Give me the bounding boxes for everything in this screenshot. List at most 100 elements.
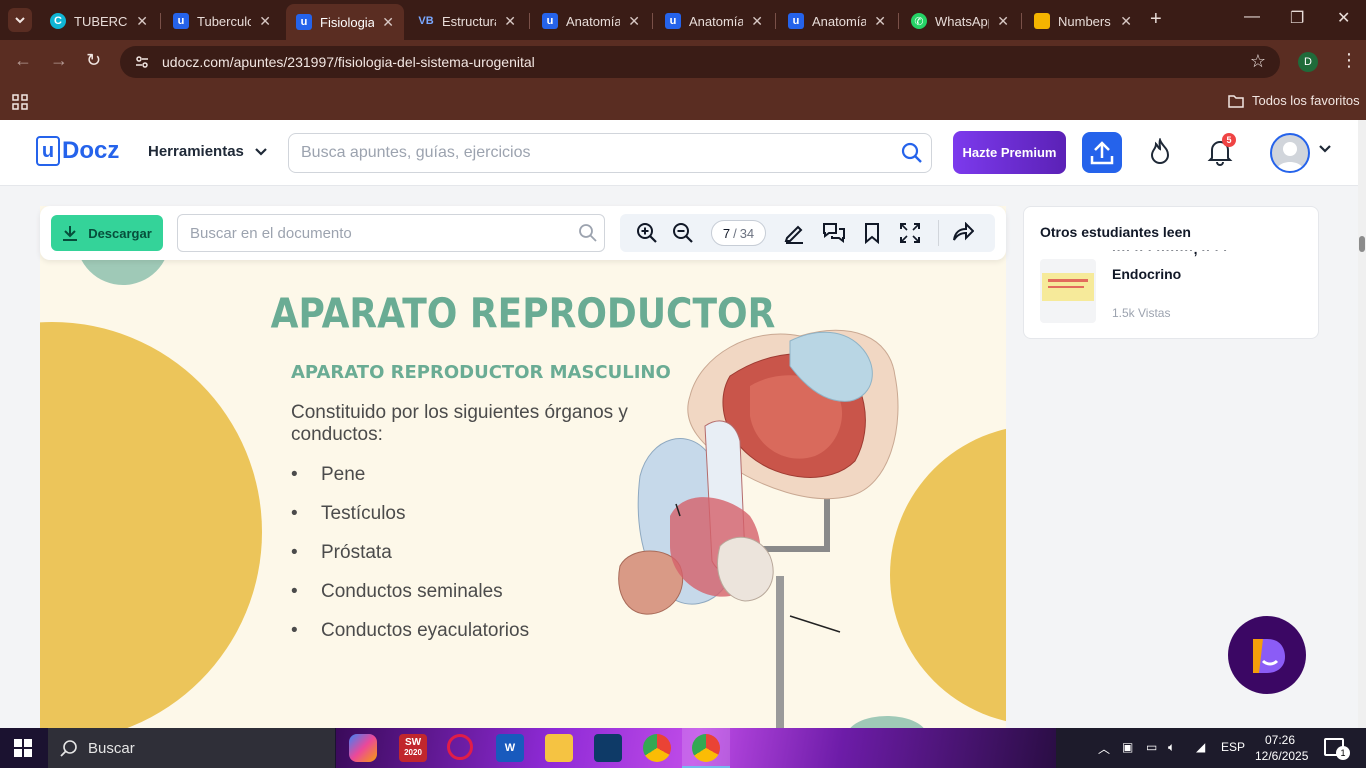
user-avatar[interactable] [1270, 133, 1310, 173]
minimize-icon[interactable]: — [1244, 8, 1260, 26]
document-thumbnail[interactable] [1040, 259, 1096, 323]
fullscreen-icon[interactable] [899, 222, 921, 244]
related-title: Otros estudiantes leen [1040, 224, 1191, 240]
notification-center-count: 1 [1336, 746, 1350, 760]
volume-icon[interactable]: 🔈︎ [1168, 740, 1175, 755]
close-tab-icon[interactable]: ✕ [382, 14, 394, 31]
site-search-placeholder: Busca apuntes, guías, ejercicios [301, 144, 531, 161]
tab-search-button[interactable] [8, 8, 32, 32]
all-bookmarks-button[interactable]: Todos los favoritos [1228, 93, 1360, 108]
back-icon[interactable]: ← [14, 50, 32, 71]
chrome-profile-icon[interactable] [692, 734, 720, 762]
close-tab-icon[interactable]: ✕ [1120, 13, 1132, 30]
site-settings-icon[interactable] [134, 54, 150, 70]
apps-grid-icon[interactable] [12, 94, 28, 110]
tab-anatomia-2[interactable]: u Anatomía ✕ [655, 6, 773, 36]
url-bar[interactable]: udocz.com/apuntes/231997/fisiologia-del-… [120, 46, 1280, 78]
tab-fisiologia[interactable]: u Fisiologia ✕ [286, 4, 404, 40]
premium-button[interactable]: Hazte Premium [953, 131, 1066, 174]
meet-now-icon[interactable]: ▣ [1122, 740, 1133, 754]
download-icon [63, 226, 78, 241]
close-tab-icon[interactable]: ✕ [504, 13, 516, 30]
tab-tuberculosis-udocz[interactable]: u Tuberculo ✕ [163, 6, 281, 36]
close-tab-icon[interactable]: ✕ [259, 13, 271, 30]
related-document-title[interactable]: Endocrino [1112, 266, 1181, 282]
restore-icon[interactable]: ❐ [1290, 8, 1304, 28]
bookmark-star-icon[interactable]: ☆ [1250, 51, 1266, 72]
close-tab-icon[interactable]: ✕ [997, 13, 1009, 30]
highlight-pen-icon[interactable] [783, 222, 805, 244]
close-tab-icon[interactable]: ✕ [751, 13, 763, 30]
browser-tab-bar: C TUBERCU ✕ u Tuberculo ✕ u Fisiologia ✕… [0, 0, 1366, 40]
udocz-icon: u [788, 13, 804, 29]
bookmark-icon[interactable] [862, 222, 882, 244]
tab-estructura[interactable]: VB Estructura ✕ [408, 6, 526, 36]
tab-title: Fisiologia [320, 14, 375, 30]
word-icon[interactable]: W [496, 734, 524, 762]
tab-tuberculosis-canva[interactable]: C TUBERCU ✕ [40, 6, 158, 36]
windows-start-icon[interactable] [14, 739, 32, 757]
list-item: • Pene [291, 464, 529, 503]
tools-menu[interactable]: Herramientas [148, 143, 268, 160]
tab-anatomia-1[interactable]: u Anatomía ✕ [532, 6, 650, 36]
search-icon[interactable] [578, 223, 598, 243]
tab-anatomia-3[interactable]: u Anatomía ✕ [778, 6, 896, 36]
close-tab-icon[interactable]: ✕ [874, 13, 886, 30]
udocz-icon: u [173, 13, 189, 29]
file-explorer-icon[interactable] [545, 734, 573, 762]
upload-button[interactable] [1082, 132, 1122, 173]
language-indicator[interactable]: ESP [1221, 740, 1245, 754]
url-text: udocz.com/apuntes/231997/fisiologia-del-… [162, 54, 535, 70]
profile-avatar[interactable]: D [1298, 52, 1318, 72]
tab-title: Numbers [1058, 13, 1111, 29]
menu-kebab-icon[interactable]: ⋮ [1340, 50, 1358, 71]
show-hidden-icons-icon[interactable]: ︿ [1098, 740, 1110, 757]
udocz-logo[interactable]: u Docz [36, 136, 119, 166]
notification-badge: 5 [1222, 133, 1236, 147]
network-icon[interactable]: ◢ [1196, 740, 1205, 754]
battery-icon[interactable]: ▭ [1146, 740, 1157, 754]
close-tab-icon[interactable]: ✕ [628, 13, 640, 30]
tab-numbers[interactable]: Numbers ✕ [1024, 6, 1142, 36]
tab-whatsapp[interactable]: ✆ WhatsApp ✕ [901, 6, 1019, 36]
udocz-icon: u [542, 13, 558, 29]
slide-title: APARATO REPRODUCTOR [270, 290, 776, 339]
solidworks-icon[interactable]: SW 2020 [399, 734, 427, 762]
zoom-out-icon[interactable] [672, 222, 694, 244]
opera-icon[interactable] [447, 734, 473, 760]
page-scrollbar[interactable] [1358, 120, 1366, 728]
all-bookmarks-label: Todos los favoritos [1252, 93, 1360, 108]
close-tab-icon[interactable]: ✕ [136, 13, 148, 30]
new-tab-icon[interactable]: + [1150, 8, 1162, 31]
page-scrollbar-thumb[interactable] [1359, 236, 1365, 252]
copilot-icon[interactable] [349, 734, 377, 762]
notification-center-button[interactable]: 1 [1324, 738, 1350, 760]
tab-separator [652, 13, 653, 29]
page-indicator[interactable]: 7 / 34 [711, 220, 766, 246]
site-search-input[interactable]: Busca apuntes, guías, ejercicios [288, 133, 932, 173]
mysql-workbench-icon[interactable] [594, 734, 622, 762]
bullet: • [291, 503, 298, 524]
close-window-icon[interactable]: ✕ [1337, 8, 1350, 28]
comments-icon[interactable] [822, 222, 846, 244]
chrome-icon[interactable] [643, 734, 671, 762]
notifications-button[interactable]: 5 [1207, 133, 1236, 171]
viewer-toolbar: Descargar Buscar en el documento 7 / 34 [40, 206, 1006, 260]
chevron-down-icon [255, 147, 267, 156]
chevron-down-icon[interactable] [1318, 144, 1332, 154]
search-icon[interactable] [901, 142, 923, 164]
windows-taskbar: Buscar SW 2020 W ︿ ▣ ▭ 🔈︎ ◢ ESP 07:26 12… [0, 728, 1366, 768]
ai-assistant-button[interactable] [1228, 616, 1306, 694]
share-icon[interactable] [952, 222, 974, 242]
fire-icon[interactable] [1148, 138, 1172, 166]
reload-icon[interactable]: ↻ [86, 50, 101, 71]
zoom-in-icon[interactable] [636, 222, 658, 244]
forward-icon[interactable]: → [50, 50, 68, 71]
system-clock[interactable]: 07:26 12/6/2025 [1255, 732, 1308, 764]
download-button[interactable]: Descargar [51, 215, 163, 251]
bullet: • [291, 620, 298, 641]
list-item-text: Próstata [321, 542, 392, 563]
document-search-input[interactable]: Buscar en el documento [177, 214, 605, 252]
taskbar-search[interactable]: Buscar [48, 728, 335, 768]
site-header: u Docz Herramientas Busca apuntes, guías… [0, 120, 1358, 186]
